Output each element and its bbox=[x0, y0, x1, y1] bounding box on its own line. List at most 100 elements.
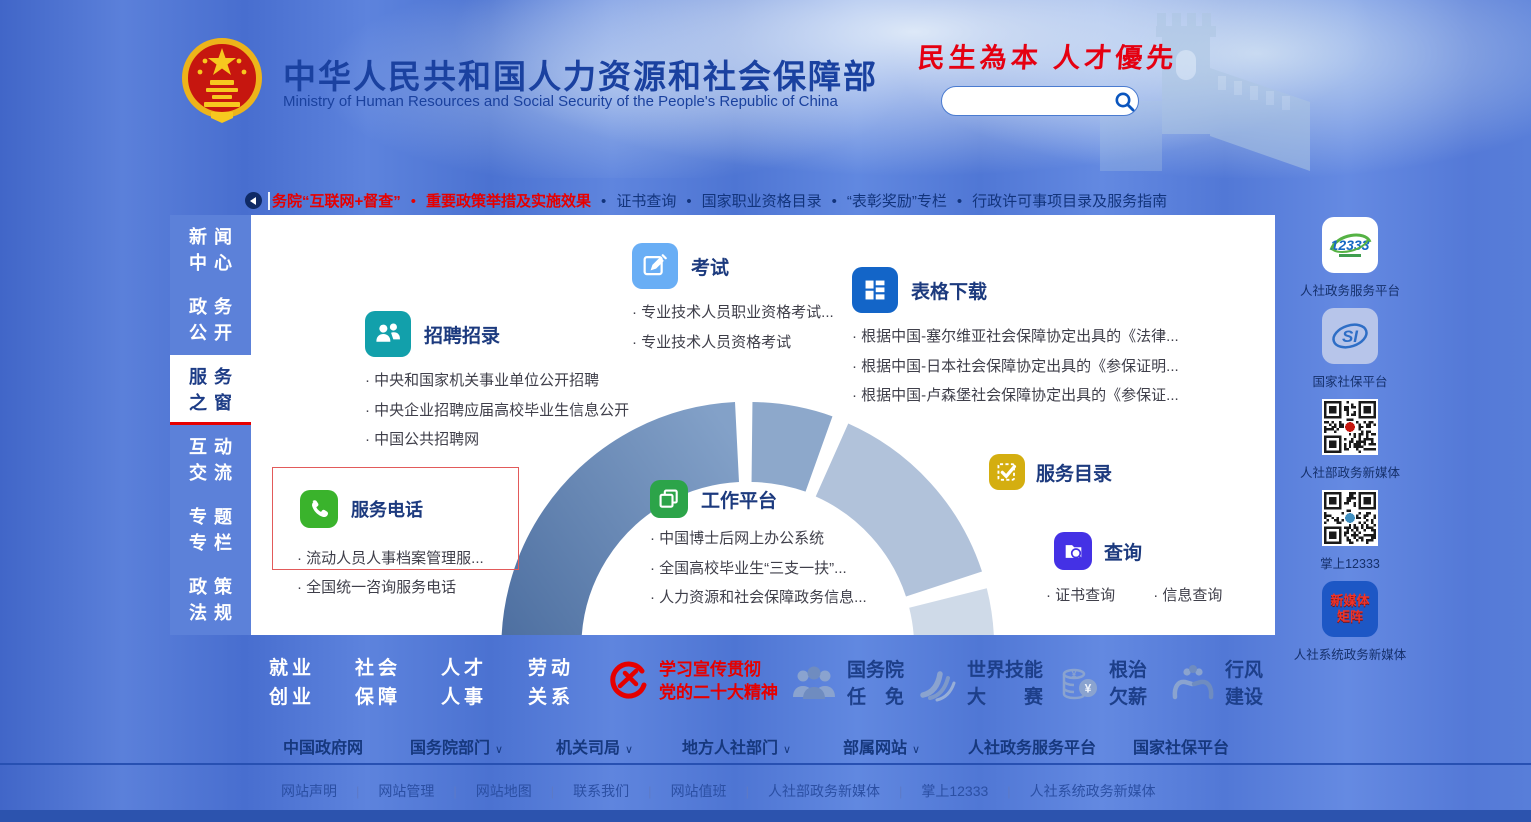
service-link[interactable]: 全国高校毕业生“三支一扶”... bbox=[650, 554, 950, 584]
national-emblem-logo bbox=[181, 34, 263, 126]
ticker-item[interactable]: 重要政策举措及实施效果 bbox=[401, 190, 591, 211]
footer-nav-service-platform[interactable]: 人社政务服务平台 bbox=[968, 734, 1096, 758]
footer-nav-affiliated-sites[interactable]: 部属网站∨ bbox=[843, 734, 920, 758]
footer-nav-local-depts[interactable]: 地方人社部门∨ bbox=[682, 734, 791, 758]
ticker-prev-icon[interactable] bbox=[245, 192, 262, 209]
footer-link[interactable]: 网站值班 bbox=[671, 781, 727, 801]
recruitment-icon bbox=[365, 311, 411, 357]
right-rail-cell: 人社部政务新媒体 bbox=[1300, 399, 1400, 481]
footer-nav-state-council-depts[interactable]: 国务院部门∨ bbox=[410, 734, 503, 758]
separator: | bbox=[746, 784, 749, 799]
footer-link[interactable]: 网站管理 bbox=[378, 781, 434, 801]
footer-link[interactable]: 掌上12333 bbox=[921, 781, 988, 801]
platform-12333-tile[interactable]: 12333 bbox=[1322, 217, 1378, 273]
service-link[interactable]: 根据中国-卢森堡社会保障协定出具的《参保证... bbox=[852, 381, 1212, 411]
right-rail-cell: SI 国家社保平台 bbox=[1312, 308, 1387, 390]
ticker-item[interactable]: 务院“互联网+督查” bbox=[272, 190, 401, 211]
footer-nav-social-security-platform[interactable]: 国家社保平台 bbox=[1133, 734, 1229, 758]
ticker-item[interactable]: 行政许可事项目录及服务指南 bbox=[947, 190, 1167, 211]
footer-divider-line bbox=[0, 763, 1531, 765]
sidebar-item-label: 专栏 bbox=[182, 530, 239, 556]
service-link[interactable]: 中国公共招聘网 bbox=[365, 425, 675, 455]
service-link[interactable]: 中央和国家机关事业单位公开招聘 bbox=[365, 366, 675, 396]
svg-text:¥: ¥ bbox=[1085, 682, 1092, 696]
right-rail: 12333 人社政务服务平台 SI 国家社保平台 人社部政务新媒体 掌上1233… bbox=[1284, 217, 1416, 672]
new-media-matrix-tile[interactable]: 新媒体 矩阵 bbox=[1322, 581, 1378, 637]
footer-link[interactable]: 网站地图 bbox=[476, 781, 532, 801]
site-subtitle-en: Ministry of Human Resources and Social S… bbox=[283, 93, 838, 110]
service-link[interactable]: 流动人员人事档案管理服... bbox=[297, 544, 484, 574]
separator: | bbox=[453, 784, 456, 799]
sidebar-item-label: 新闻 bbox=[182, 224, 239, 250]
sidebar-item-topics[interactable]: 专题 专栏 bbox=[170, 495, 251, 565]
social-insurance-tile[interactable]: SI bbox=[1322, 308, 1378, 364]
section-title-query[interactable]: 查询 bbox=[1104, 538, 1142, 565]
search-icon[interactable] bbox=[1112, 90, 1138, 112]
quicknav-conduct-building[interactable]: 行风 建设 bbox=[1170, 657, 1263, 711]
sidebar-item-label: 法规 bbox=[182, 600, 239, 626]
separator: | bbox=[356, 784, 359, 799]
section-title-service-directory[interactable]: 服务目录 bbox=[1036, 459, 1112, 486]
quicknav-labor-relations[interactable]: 劳动关系 bbox=[508, 654, 590, 712]
sidebar-item-label: 专题 bbox=[182, 504, 239, 530]
ticker-item[interactable]: 国家职业资格目录 bbox=[676, 190, 821, 211]
sidebar-item-interaction[interactable]: 互动 交流 bbox=[170, 425, 251, 495]
footer-nav-gov-cn[interactable]: 中国政府网 bbox=[283, 734, 363, 758]
section-title-form-download[interactable]: 表格下载 bbox=[911, 277, 987, 304]
footer-nav-bureaus[interactable]: 机关司局∨ bbox=[556, 734, 633, 758]
separator: | bbox=[648, 784, 651, 799]
section-query: 查询 证书查询 信息查询 bbox=[1054, 532, 1222, 611]
section-title-work-platform[interactable]: 工作平台 bbox=[701, 486, 777, 513]
service-link[interactable]: 根据中国-日本社会保障协定出具的《参保证明... bbox=[852, 352, 1212, 382]
footer-link[interactable]: 人社系统政务新媒体 bbox=[1030, 781, 1156, 801]
matrix-tile-text: 新媒体 bbox=[1330, 593, 1369, 609]
quicknav-social-security[interactable]: 社会保障 bbox=[335, 654, 417, 712]
footer-link[interactable]: 网站声明 bbox=[281, 781, 337, 801]
sidebar-item-services-active[interactable]: 服务 之窗 bbox=[170, 355, 251, 425]
service-link[interactable]: 人力资源和社会保障政务信息... bbox=[650, 583, 950, 613]
sidebar-item-news[interactable]: 新闻 中心 bbox=[170, 215, 251, 285]
search-input[interactable] bbox=[954, 93, 1112, 110]
right-rail-label: 人社政务服务平台 bbox=[1300, 280, 1400, 299]
service-directory-icon bbox=[989, 454, 1025, 490]
quicknav-worldskills[interactable]: 世界技能 大 赛 bbox=[918, 657, 1043, 711]
service-link[interactable]: 全国统一咨询服务电话 bbox=[297, 573, 456, 603]
worldskills-swoosh-icon bbox=[918, 663, 958, 705]
section-title-exam[interactable]: 考试 bbox=[691, 253, 729, 280]
footer-link[interactable]: 人社部政务新媒体 bbox=[768, 781, 880, 801]
ticker-item[interactable]: “表彰奖励”专栏 bbox=[822, 190, 947, 211]
section-title-service-phone[interactable]: 服务电话 bbox=[351, 496, 423, 522]
quicknav-wage-arrears[interactable]: ¥ ¥ 根治 欠薪 bbox=[1058, 657, 1147, 711]
quicknav-talent[interactable]: 人才人事 bbox=[421, 654, 503, 712]
quicknav-party-spirit[interactable]: 学习宣传贯彻 党的二十大精神 bbox=[606, 658, 778, 704]
chevron-down-icon: ∨ bbox=[912, 744, 920, 756]
search-box[interactable] bbox=[941, 86, 1139, 116]
sidebar-item-gov-affairs[interactable]: 政务 公开 bbox=[170, 285, 251, 355]
sidebar-item-label: 互动 bbox=[182, 434, 239, 460]
service-link[interactable]: 根据中国-塞尔维亚社会保障协定出具的《法律... bbox=[852, 322, 1212, 352]
service-link[interactable]: 中国博士后网上办公系统 bbox=[650, 524, 950, 554]
site-title: 中华人民共和国人力资源和社会保障部 bbox=[283, 50, 878, 98]
footer-link[interactable]: 联系我们 bbox=[573, 781, 629, 801]
right-rail-label: 人社部政务新媒体 bbox=[1300, 462, 1400, 481]
section-title-recruitment[interactable]: 招聘招录 bbox=[424, 321, 500, 348]
sidebar-nav: 新闻 中心 政务 公开 服务 之窗 互动 交流 专题 专栏 政策 法规 bbox=[170, 215, 251, 635]
great-wall-illustration bbox=[1100, 6, 1360, 171]
sidebar-item-policies[interactable]: 政策 法规 bbox=[170, 565, 251, 635]
sidebar-item-label: 公开 bbox=[182, 320, 239, 346]
sidebar-item-label: 服务 bbox=[182, 364, 239, 390]
right-rail-label: 国家社保平台 bbox=[1312, 371, 1387, 390]
ticker-item[interactable]: 证书查询 bbox=[591, 190, 676, 211]
service-link[interactable]: 信息查询 bbox=[1153, 581, 1222, 611]
qr-code-new-media[interactable] bbox=[1322, 399, 1378, 455]
footer-links-row: 网站声明| 网站管理| 网站地图| 联系我们| 网站值班| 人社部政务新媒体| … bbox=[281, 781, 1156, 801]
quicknav-state-council-appointments[interactable]: 国务院 任 免 bbox=[790, 657, 904, 711]
right-rail-cell: 12333 人社政务服务平台 bbox=[1300, 217, 1400, 299]
exam-icon bbox=[632, 243, 678, 289]
service-link[interactable]: 中央企业招聘应届高校毕业生信息公开 bbox=[365, 396, 675, 426]
quick-nav-row: 就业创业 社会保障 人才人事 劳动关系 学习宣传贯彻 党的二十大精神 bbox=[0, 651, 1531, 715]
qr-code-12333-app[interactable] bbox=[1322, 490, 1378, 546]
quicknav-employment[interactable]: 就业创业 bbox=[249, 654, 331, 712]
service-link[interactable]: 证书查询 bbox=[1046, 581, 1115, 611]
services-mega-panel: 招聘招录 中央和国家机关事业单位公开招聘 中央企业招聘应届高校毕业生信息公开 中… bbox=[251, 215, 1275, 635]
